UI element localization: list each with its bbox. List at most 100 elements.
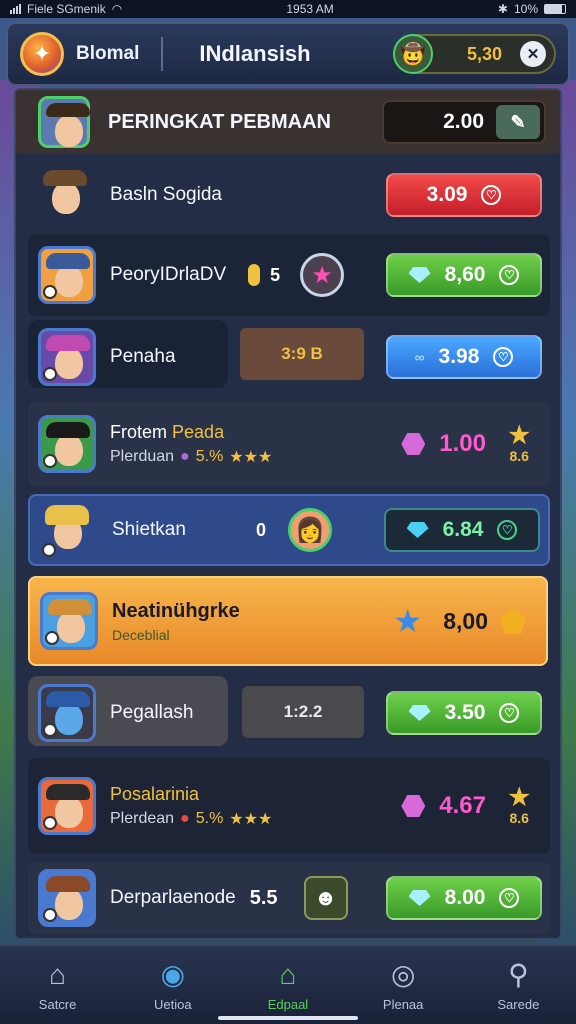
battery-icon	[544, 4, 566, 14]
subtitle-percent: 5.%	[195, 809, 224, 827]
star-icon: ★	[508, 784, 530, 811]
home-indicator	[218, 1016, 358, 1020]
list-item[interactable]: Posalarinia Plerdean ● 5.% ★★★ 4.67 ★ 8.…	[28, 758, 550, 854]
top-header: ✦ Blomal INdlansish 🤠 5,30 ✕	[6, 22, 570, 86]
monster-badge-icon: ☻	[303, 876, 348, 920]
rank-tag-text: 3:9 B	[281, 344, 323, 363]
bottom-tab-bar: ⌂ Satcre ◉ Uetioa ⌂ Edpaal ◎ Plenaa ⚲ Sa…	[0, 944, 576, 1024]
avatar	[40, 501, 98, 559]
score-button[interactable]: 6.84 ♡	[384, 508, 540, 552]
gem-icon	[408, 890, 431, 906]
player-name: Frotem Peada	[110, 422, 272, 443]
gem-icon	[408, 267, 431, 283]
list-item[interactable]: Basln Sogida 3.09 ♡	[28, 160, 550, 230]
bluetooth-icon: ✱	[497, 2, 508, 16]
stars-icon: ★★★	[229, 810, 273, 828]
heart-icon: ♡	[481, 185, 502, 205]
player-subtitle: Deceblial	[112, 626, 170, 643]
score-display: 4.67	[401, 792, 486, 820]
blue-star-icon: ★	[393, 603, 422, 639]
star-count-value: 8.6	[509, 810, 529, 826]
score-value: 8,60	[444, 263, 486, 286]
leaderboard-list: PERINGKAT PEBMAAN 2.00 ✎ Basln Sogida 3.…	[14, 88, 562, 940]
player-subtitle: Plerduan ● 5.% ★★★	[110, 447, 272, 467]
score-display: 1.00	[401, 430, 486, 458]
star-icon: ★	[508, 422, 530, 449]
potion-icon: ●	[180, 809, 190, 827]
subtitle-text: Plerdean	[110, 809, 175, 827]
gem-icon	[408, 705, 431, 721]
tab-sarede[interactable]: ⚲ Sarede	[473, 959, 563, 1012]
house-icon: ⌂	[49, 958, 67, 990]
score-button[interactable]: 8,60 ♡	[386, 253, 542, 297]
avatar	[38, 96, 90, 148]
player-name: Basln Sogida	[110, 184, 222, 205]
tab-edpaal[interactable]: ⌂ Edpaal	[243, 959, 333, 1012]
list-item-highlighted[interactable]: Neatinühgrke Deceblial ★ 8,00	[28, 576, 548, 666]
app-logo-icon[interactable]: ✦	[20, 32, 64, 76]
list-item[interactable]: Shietkan 0 👩 6.84 ♡	[28, 494, 550, 566]
leaderboard-header-row: PERINGKAT PEBMAAN 2.00 ✎	[16, 90, 560, 154]
close-icon[interactable]: ✕	[520, 41, 546, 67]
heart-icon: ♡	[497, 520, 518, 540]
rank-tag: 1:2.2	[242, 686, 364, 738]
potion-icon: ●	[180, 447, 190, 465]
subtitle-text: Plerduan	[110, 447, 175, 465]
list-item[interactable]: Penaha 3:9 B ∞ 3.98 ♡	[28, 320, 550, 394]
star-count: ★ 8.6	[508, 784, 530, 827]
tab-label: Satcre	[38, 996, 77, 1012]
player-name: PeoryIDrlaDV	[110, 264, 227, 285]
page-title: INdlansish	[199, 41, 311, 66]
avatar	[38, 869, 96, 927]
player-balance-badge[interactable]: 🤠 5,30 ✕	[392, 34, 556, 74]
list-item[interactable]: Pegallash 1:2.2 3.50 ♡	[28, 676, 550, 750]
tab-label: Edpaal	[267, 996, 309, 1012]
score-button[interactable]: 3.50 ♡	[386, 691, 542, 735]
player-name: Shietkan	[112, 519, 186, 540]
search-icon: ⚲	[508, 959, 529, 990]
player-name: Penaha	[110, 346, 176, 367]
link-icon: ∞	[414, 349, 425, 365]
coin-icon	[248, 264, 261, 286]
score-button[interactable]: 3.09 ♡	[386, 173, 542, 217]
score-value: 8.00	[444, 886, 486, 909]
player-subtitle: Plerdean ● 5.% ★★★	[110, 809, 272, 829]
player-name-highlight: Peada	[172, 421, 225, 442]
score-value: 3.98	[438, 345, 480, 368]
gem-icon	[406, 522, 429, 538]
header-divider	[161, 37, 164, 71]
app-name: Blomal	[76, 43, 140, 64]
list-item[interactable]: Frotem Peada Plerduan ● 5.% ★★★ 1.00 ★ 8…	[28, 402, 550, 486]
avatar	[40, 592, 98, 650]
player-name: Neatinühgrke	[112, 599, 240, 622]
tab-plenaa[interactable]: ◎ Plenaa	[358, 959, 448, 1012]
avatar	[38, 777, 96, 835]
tab-uetioa[interactable]: ◉ Uetioa	[128, 959, 218, 1012]
edit-icon: ✎	[496, 105, 540, 139]
score-button[interactable]: ∞ 3.98 ♡	[386, 335, 542, 379]
player-avatar[interactable]: 🤠	[392, 34, 433, 74]
rank-tag: 3:9 B	[240, 328, 364, 380]
heart-icon: ♡	[499, 703, 520, 723]
avatar-badge-icon: 👩	[287, 508, 332, 552]
avatar	[38, 684, 96, 742]
list-item[interactable]: Derparlaenode 5.5 ☻ 8.00 ♡	[28, 862, 550, 934]
carrier-label: Fiele SGmenik	[27, 2, 106, 16]
rank-tag-text: 1:2.2	[283, 702, 323, 721]
player-name: Posalarinia	[110, 783, 200, 804]
avatar	[38, 328, 96, 386]
header-row-value-button[interactable]: 2.00 ✎	[382, 100, 546, 144]
score-value: 8,00	[443, 607, 488, 634]
tab-satcre[interactable]: ⌂ Satcre	[13, 959, 103, 1012]
wifi-icon: ◠	[111, 2, 123, 16]
score-value: 1.00	[439, 430, 486, 457]
avatar	[38, 246, 96, 304]
tab-label: Uetioa	[153, 996, 192, 1012]
heart-icon: ♡	[499, 265, 520, 285]
tab-label: Sarede	[497, 996, 540, 1012]
target-icon: ◎	[390, 959, 416, 990]
rank-tag: 5.5	[249, 886, 278, 909]
list-item[interactable]: PeoryIDrlaDV 5 ★ 8,60 ♡	[28, 234, 550, 316]
score-button[interactable]: 8.00 ♡	[386, 876, 542, 920]
header-row-title: PERINGKAT PEBMAAN	[108, 110, 331, 133]
